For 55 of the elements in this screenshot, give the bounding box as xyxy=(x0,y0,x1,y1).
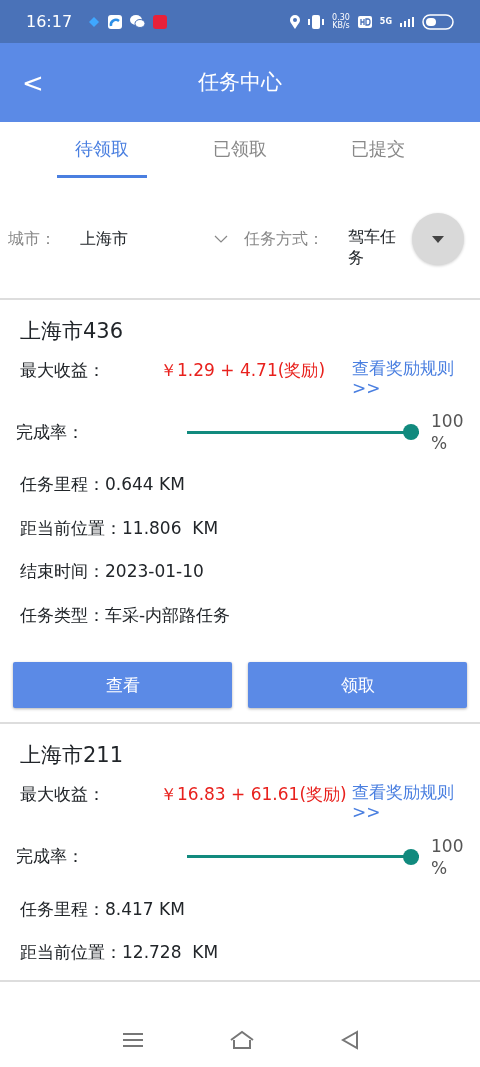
speed-value: 0.30 xyxy=(332,13,350,22)
speed-unit: KB/s xyxy=(332,21,350,30)
tab[interactable]: 已提交 xyxy=(333,122,423,178)
network-label: 5G xyxy=(379,15,392,28)
field-label: 完成率： xyxy=(15,420,84,444)
field-value: 车采-内部路任务 xyxy=(105,603,231,627)
battery-icon xyxy=(422,13,454,30)
field-value: 11.806 KM xyxy=(122,516,219,540)
field-value: 2023-01-10 xyxy=(105,560,204,584)
reward-rules-link[interactable]: 查看奖励规则>> xyxy=(352,357,467,399)
filter-label: 任务方式： xyxy=(244,228,324,250)
menu-icon[interactable] xyxy=(123,1031,143,1048)
vibrate-icon xyxy=(308,14,325,29)
action-button[interactable]: 查看 xyxy=(13,662,232,709)
app-icon xyxy=(108,14,123,29)
field-label: 结束时间： xyxy=(20,560,105,584)
field-label: 最大收益： xyxy=(20,782,106,806)
field-value: 12.728 KM xyxy=(122,941,219,965)
hd-icon xyxy=(357,15,372,28)
action-button[interactable]: 领取 xyxy=(248,662,467,709)
status-time: 16:17 xyxy=(26,10,73,33)
field-value: 8.417 KM xyxy=(105,897,185,921)
back-button[interactable]: < xyxy=(22,69,44,96)
completion-reading: 100 % xyxy=(431,834,465,879)
back-icon[interactable] xyxy=(341,1029,359,1050)
completion-reading: 100 % xyxy=(431,410,465,455)
field-label: 距当前位置： xyxy=(20,941,122,965)
task-title: 上海市436 xyxy=(20,318,125,345)
chevron-down-icon[interactable] xyxy=(214,235,228,243)
field-label: 任务里程： xyxy=(20,897,105,921)
tab[interactable]: 已领取 xyxy=(195,122,285,178)
task-title: 上海市211 xyxy=(20,742,125,770)
field-value: 0.644 KM xyxy=(105,473,185,497)
filter-value: 上海市 xyxy=(80,228,128,250)
field-label: 最大收益： xyxy=(20,358,106,382)
location-icon xyxy=(290,14,301,29)
tab[interactable]: 待领取 xyxy=(57,122,147,178)
app-icon xyxy=(153,14,168,29)
field-label: 任务类型： xyxy=(20,603,105,627)
field-label: 距当前位置： xyxy=(20,516,122,540)
field-label: 完成率： xyxy=(15,845,84,869)
home-icon[interactable] xyxy=(229,1029,255,1050)
app-icon xyxy=(88,15,101,28)
field-label: 任务里程： xyxy=(20,473,105,497)
slider-thumb[interactable] xyxy=(403,848,419,865)
reward-amount: ￥16.83 + 61.61(奖励) xyxy=(160,782,347,806)
chat-icon xyxy=(130,15,146,28)
filter-label: 城市： xyxy=(8,228,56,250)
caret-down-icon xyxy=(432,235,444,243)
slider-thumb[interactable] xyxy=(403,424,419,441)
filter-value: 驾车任务 xyxy=(348,227,397,269)
signal-icon xyxy=(400,16,414,27)
page-title: 任务中心 xyxy=(198,68,282,96)
reward-amount: ￥1.29 + 4.71(奖励) xyxy=(160,358,326,382)
reward-rules-link[interactable]: 查看奖励规则>> xyxy=(352,781,467,823)
